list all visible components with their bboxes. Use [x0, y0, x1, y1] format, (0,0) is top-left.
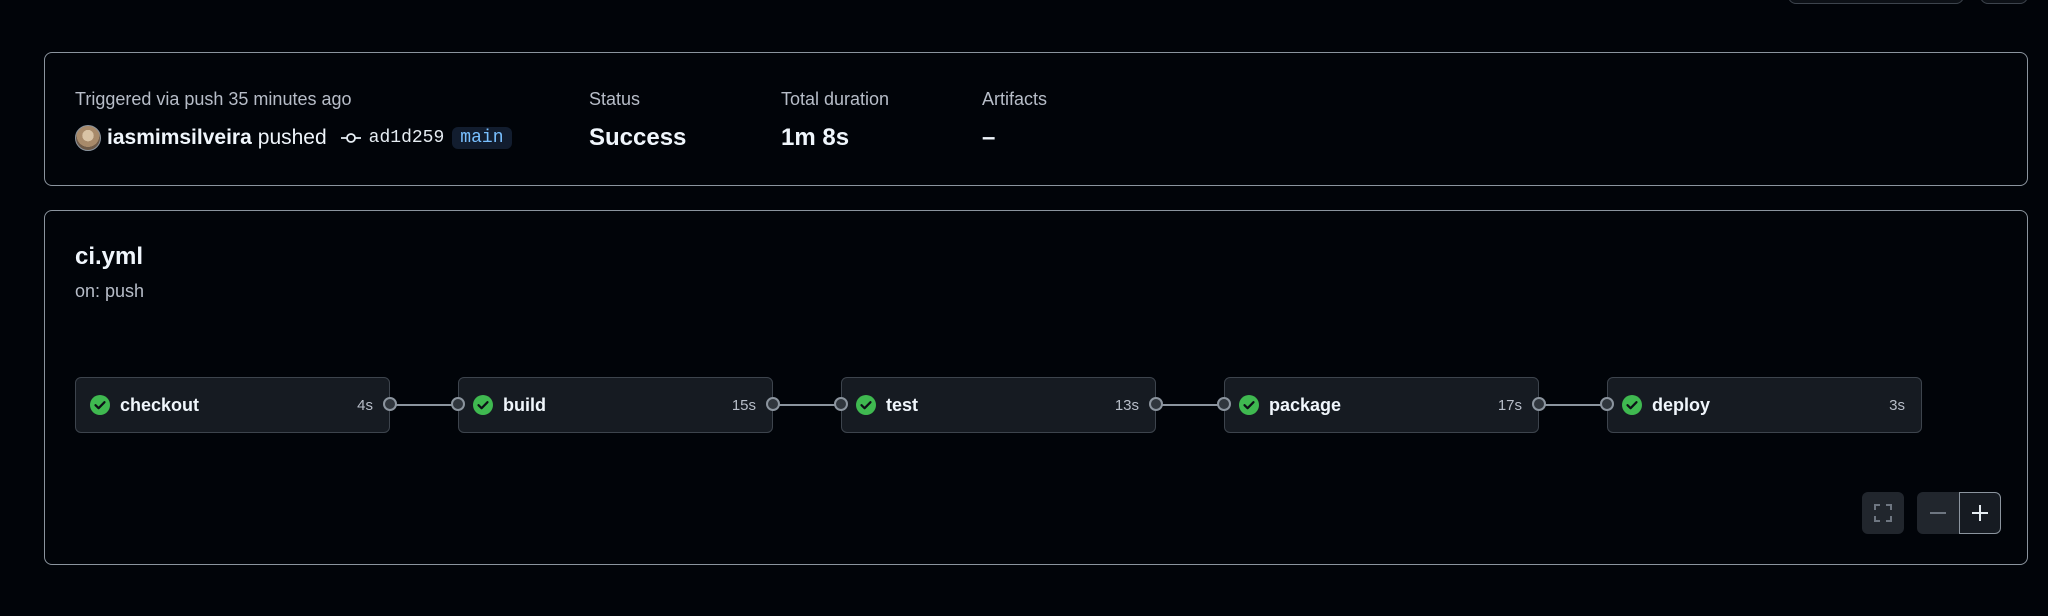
zoom-in-button[interactable] [1959, 492, 2001, 534]
job-name: test [886, 394, 919, 415]
job-duration: 17s [1497, 396, 1522, 414]
job-name: deploy [1652, 394, 1711, 415]
avatar[interactable] [75, 125, 101, 151]
check-circle-icon [90, 395, 110, 415]
job-name: build [503, 394, 546, 415]
job-duration: 13s [1114, 396, 1139, 414]
workflow-run-page: Triggered via push 35 minutes ago iasmim… [0, 0, 2048, 616]
fullscreen-icon [1874, 504, 1892, 522]
check-circle-icon [856, 395, 876, 415]
zoom-out-button[interactable] [1917, 492, 1959, 534]
job-node-deploy[interactable]: deploy 3s [1607, 377, 1922, 433]
job-connector [1539, 404, 1607, 406]
connector-dot [834, 397, 848, 411]
job-duration: 15s [731, 396, 756, 414]
connector-dot [1149, 397, 1163, 411]
job-node-test[interactable]: test 13s [841, 377, 1156, 433]
connector-dot [451, 397, 465, 411]
job-node-build[interactable]: build 15s [458, 377, 773, 433]
header-action-button[interactable] [1788, 0, 1964, 4]
status-section: Status Success [589, 87, 686, 153]
header-more-button[interactable] [1980, 0, 2028, 4]
artifacts-section: Artifacts – [982, 87, 1047, 153]
actor-link[interactable]: iasmimsilveira [107, 126, 252, 150]
trigger-row: iasmimsilveira pushed ad1d259 main [75, 123, 512, 153]
check-circle-icon [1239, 395, 1259, 415]
job-connector [773, 404, 841, 406]
trigger-section: Triggered via push 35 minutes ago iasmim… [75, 87, 512, 153]
action-text: pushed [257, 126, 327, 149]
check-circle-icon [473, 395, 493, 415]
job-connector [390, 404, 458, 406]
status-label: Status [589, 89, 641, 109]
check-circle-icon [1622, 395, 1642, 415]
trigger-text: Triggered via push 35 minutes ago [75, 89, 352, 109]
job-node-checkout[interactable]: checkout 4s [75, 377, 390, 433]
workflow-graph-card: ci.yml on: push checkout 4s build 15s te… [44, 210, 2028, 565]
job-connector [1156, 404, 1224, 406]
artifacts-label: Artifacts [982, 89, 1048, 109]
job-name: package [1269, 394, 1342, 415]
connector-dot [1532, 397, 1546, 411]
run-summary-card: Triggered via push 35 minutes ago iasmim… [44, 52, 2028, 186]
git-commit-icon [340, 132, 361, 144]
plus-icon [1972, 505, 1988, 521]
fullscreen-button[interactable] [1862, 492, 1904, 534]
connector-dot [383, 397, 397, 411]
status-value: Success [589, 124, 687, 151]
workflow-trigger: on: push [75, 281, 145, 301]
duration-label: Total duration [781, 89, 890, 109]
job-duration: 4s [357, 396, 373, 414]
connector-dot [1600, 397, 1614, 411]
job-node-package[interactable]: package 17s [1224, 377, 1539, 433]
duration-section: Total duration 1m 8s [781, 87, 889, 153]
job-duration: 3s [1889, 396, 1905, 414]
minus-icon [1930, 512, 1946, 514]
workflow-file-title: ci.yml [75, 243, 144, 270]
connector-dot [1217, 397, 1231, 411]
branch-label[interactable]: main [452, 127, 512, 149]
connector-dot [766, 397, 780, 411]
artifacts-value: – [982, 124, 996, 151]
duration-value: 1m 8s [781, 124, 850, 151]
job-name: checkout [120, 394, 200, 415]
commit-sha-link[interactable]: ad1d259 [369, 128, 445, 148]
